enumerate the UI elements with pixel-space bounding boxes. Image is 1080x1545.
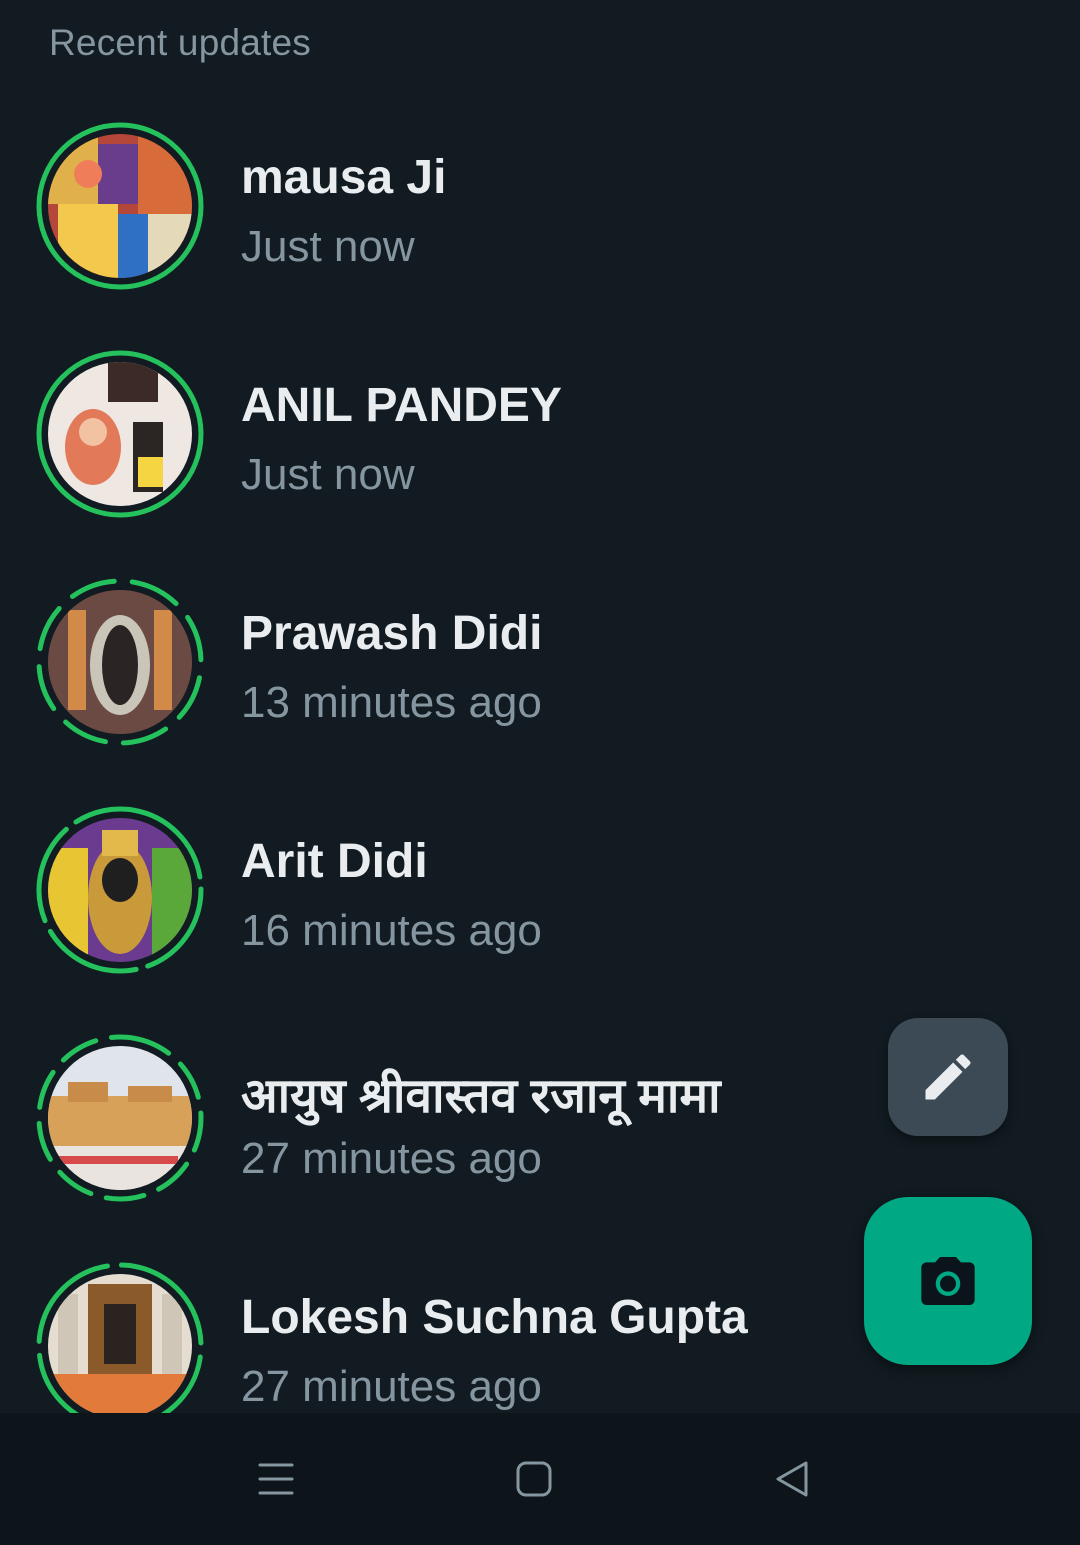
status-row-mausa-ji[interactable]: mausa Ji Just now [0,90,860,318]
camera-icon [921,1257,975,1305]
contact-name: ANIL PANDEY [241,379,562,432]
status-row-ayush-shrivastav[interactable]: आयुष श्रीवास्तव रजानू मामा 27 minutes ag… [0,1002,860,1230]
status-avatar[interactable] [36,1034,204,1202]
section-header: Recent updates [49,22,311,63]
back-triangle-icon [776,1461,808,1497]
status-avatar[interactable] [36,806,204,974]
contact-name: आयुष श्रीवास्तव रजानू मामा [241,1070,721,1123]
home-button[interactable] [510,1455,558,1503]
contact-name: Arit Didi [241,835,428,888]
avatar-photo [48,1274,192,1418]
status-time: 16 minutes ago [241,906,542,955]
status-avatar[interactable] [36,122,204,290]
avatar-photo [48,134,192,278]
status-row-arit-didi[interactable]: Arit Didi 16 minutes ago [0,774,860,1002]
status-row-prawash-didi[interactable]: Prawash Didi 13 minutes ago [0,546,860,774]
avatar-photo [48,818,192,962]
status-time: 13 minutes ago [241,678,542,727]
status-avatar[interactable] [36,1262,204,1430]
status-time: Just now [241,222,415,271]
status-avatar[interactable] [36,350,204,518]
system-nav-bar [0,1413,1080,1545]
status-time: 27 minutes ago [241,1134,542,1183]
status-avatar[interactable] [36,578,204,746]
status-row-anil-pandey[interactable]: ANIL PANDEY Just now [0,318,860,546]
avatar-photo [48,1046,192,1190]
new-text-status-button[interactable] [888,1018,1008,1136]
menu-icon [258,1463,294,1495]
contact-name: mausa Ji [241,151,447,204]
contact-name: Prawash Didi [241,607,543,660]
status-time: Just now [241,450,415,499]
recent-apps-button[interactable] [252,1455,300,1503]
pencil-icon [925,1054,971,1100]
status-time: 27 minutes ago [241,1362,542,1411]
camera-status-button[interactable] [864,1197,1032,1365]
avatar-photo [48,362,192,506]
contact-name: Lokesh Suchna Gupta [241,1291,748,1344]
avatar-photo [48,590,192,734]
home-square-icon [516,1461,552,1497]
back-button[interactable] [768,1455,816,1503]
